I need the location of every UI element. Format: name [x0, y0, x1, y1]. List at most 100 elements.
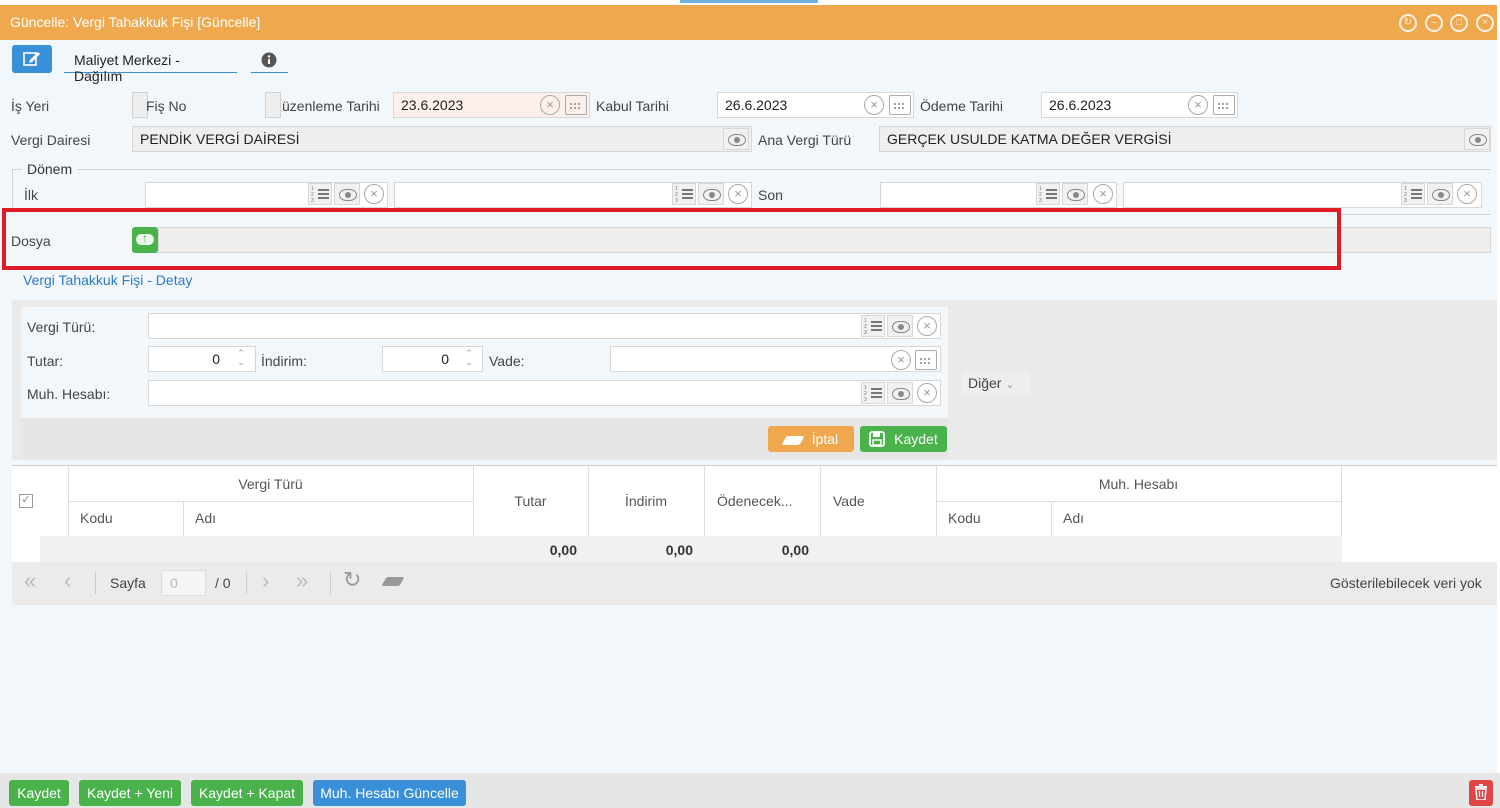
kaydet-button[interactable]: Kaydet	[9, 780, 69, 806]
detail-kaydet-button[interactable]: Kaydet	[860, 426, 947, 452]
edit-button[interactable]	[12, 45, 52, 73]
pager-divider	[246, 572, 247, 594]
clear-icon[interactable]: ×	[1093, 184, 1113, 204]
list-icon[interactable]	[861, 382, 885, 404]
highlight-frame	[2, 208, 1341, 270]
tab-maliyet-merkezi[interactable]: Maliyet Merkezi - Dağılım	[64, 46, 237, 84]
fis-no-field[interactable]	[265, 92, 281, 118]
muh-hesabi-guncelle-button[interactable]: Muh. Hesabı Güncelle	[313, 780, 466, 806]
list-icon[interactable]	[308, 183, 332, 205]
total-pages: / 0	[215, 575, 231, 591]
son-label: Son	[758, 187, 783, 203]
clear-icon[interactable]: ×	[891, 350, 911, 370]
eye-icon[interactable]	[1464, 128, 1490, 150]
iptal-button[interactable]: İptal	[768, 426, 854, 452]
clear-icon[interactable]: ×	[864, 95, 884, 115]
header-adi[interactable]: Adı	[195, 510, 216, 526]
next-page-icon[interactable]: ›	[262, 568, 269, 594]
grid-border	[12, 465, 1497, 466]
grid-pager: « ‹ Sayfa 0 / 0 › » ↻ Gösterilebilecek v…	[12, 562, 1497, 605]
delete-button[interactable]	[1469, 780, 1493, 806]
spinner-arrows-icon[interactable]: ⌃ ⌄	[463, 349, 475, 369]
odeme-tarihi-label: Ödeme Tarihi	[920, 98, 1004, 114]
top-strip-accent	[680, 0, 818, 3]
clear-icon[interactable]: ×	[917, 383, 937, 403]
trash-icon	[1475, 784, 1487, 801]
grid-line	[820, 465, 821, 537]
maximize-icon[interactable]: □	[1450, 14, 1468, 32]
clear-icon[interactable]: ×	[540, 95, 560, 115]
prev-page-icon[interactable]: ‹	[64, 568, 71, 594]
close-icon[interactable]: ×	[1476, 14, 1494, 32]
duzenleme-tarihi-input[interactable]: 23.6.2023	[393, 92, 590, 118]
refresh-icon[interactable]: ↻	[1399, 14, 1417, 32]
eye-icon[interactable]	[723, 128, 749, 150]
list-icon[interactable]	[1036, 183, 1060, 205]
spinner-arrows-icon[interactable]: ⌃ ⌄	[235, 349, 247, 369]
calendar-icon[interactable]	[1213, 95, 1235, 115]
list-icon[interactable]	[1401, 183, 1425, 205]
clear-icon[interactable]: ×	[917, 316, 937, 336]
info-tab[interactable]	[251, 46, 288, 73]
kaydet-kapat-button[interactable]: Kaydet + Kapat	[191, 780, 303, 806]
header-kodu[interactable]: Kodu	[80, 510, 113, 526]
refresh-icon[interactable]: ↻	[343, 567, 361, 593]
last-page-icon[interactable]: »	[296, 568, 308, 594]
clear-icon[interactable]: ×	[1457, 184, 1477, 204]
detail-grid: ✓ Vergi Türü Kodu Adı Tutar İndirim Öden…	[12, 465, 1497, 605]
save-icon	[869, 431, 886, 447]
header-muh-hesabi[interactable]: Muh. Hesabı	[936, 476, 1341, 492]
grid-line	[936, 501, 1341, 502]
is-yeri-label: İş Yeri	[11, 98, 50, 114]
header-indirim[interactable]: İndirim	[588, 493, 704, 509]
eye-icon[interactable]	[1427, 183, 1453, 205]
detail-section-title[interactable]: Vergi Tahakkuk Fişi - Detay	[23, 272, 192, 288]
header-adi-2[interactable]: Adı	[1063, 510, 1084, 526]
window-title: Güncelle: Vergi Tahakkuk Fişi [Güncelle]	[10, 14, 261, 30]
eye-icon[interactable]	[887, 382, 913, 404]
header-vade[interactable]: Vade	[833, 493, 865, 509]
header-odenecek[interactable]: Ödenecek...	[717, 493, 793, 509]
ana-vergi-turu-input[interactable]: GERÇEK USULDE KATMA DEĞER VERGİSİ	[879, 126, 1491, 152]
page-number-value: 0	[170, 575, 178, 591]
calendar-icon[interactable]	[915, 350, 937, 370]
indirim-value: 0	[441, 351, 449, 367]
grid-line	[704, 465, 705, 537]
indirim-label: İndirim:	[261, 353, 307, 369]
list-icon[interactable]	[861, 315, 885, 337]
kaydet-yeni-button[interactable]: Kaydet + Yeni	[79, 780, 181, 806]
duzenleme-tarihi-label: üzenleme Tarihi	[282, 98, 380, 114]
odeme-tarihi-input[interactable]: 26.6.2023	[1041, 92, 1238, 118]
header-tutar[interactable]: Tutar	[473, 493, 588, 509]
eraser-icon[interactable]	[381, 577, 405, 586]
pager-status: Gösterilebilecek veri yok	[1330, 575, 1482, 591]
clear-icon[interactable]: ×	[1188, 95, 1208, 115]
calendar-icon[interactable]	[565, 95, 587, 115]
eye-icon[interactable]	[1062, 183, 1088, 205]
vergi-turu-input[interactable]	[148, 313, 941, 339]
clear-icon[interactable]: ×	[728, 184, 748, 204]
muh-hesabi-input[interactable]	[148, 380, 941, 406]
header-kodu-2[interactable]: Kodu	[948, 510, 981, 526]
vade-label: Vade:	[489, 353, 525, 369]
minimize-icon[interactable]: –	[1425, 14, 1443, 32]
eye-icon[interactable]	[698, 183, 724, 205]
tutar-label: Tutar:	[27, 353, 64, 369]
list-icon[interactable]	[672, 183, 696, 205]
vergi-dairesi-label: Vergi Dairesi	[11, 132, 91, 148]
calendar-icon[interactable]	[889, 95, 911, 115]
kabul-tarihi-label: Kabul Tarihi	[596, 98, 669, 114]
fieldset-border	[12, 169, 22, 170]
page-number-input[interactable]: 0	[161, 570, 206, 596]
header-vergi-turu[interactable]: Vergi Türü	[68, 476, 473, 492]
select-all-checkbox[interactable]: ✓	[19, 494, 33, 508]
fieldset-border	[77, 169, 1491, 170]
eye-icon[interactable]	[887, 315, 913, 337]
kabul-tarihi-value: 26.6.2023	[725, 97, 788, 113]
kabul-tarihi-input[interactable]: 26.6.2023	[717, 92, 914, 118]
diger-dropdown[interactable]: Diğer ⌄	[962, 371, 1030, 395]
vergi-dairesi-input[interactable]: PENDİK VERGİ DAİRESİ	[132, 126, 752, 152]
eye-icon[interactable]	[334, 183, 360, 205]
first-page-icon[interactable]: «	[24, 568, 36, 594]
clear-icon[interactable]: ×	[364, 184, 384, 204]
